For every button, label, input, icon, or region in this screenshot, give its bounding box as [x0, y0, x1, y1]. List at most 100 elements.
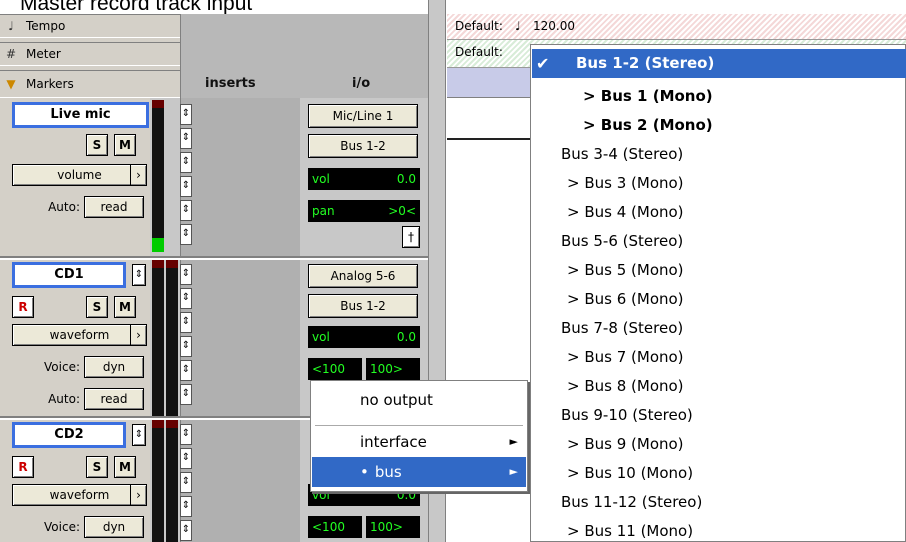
waveform-line: [447, 138, 532, 140]
bus-item[interactable]: > Bus 8 (Mono): [532, 372, 906, 401]
volume-display[interactable]: vol 0.0: [308, 168, 420, 190]
fader-icon[interactable]: †: [402, 226, 420, 248]
voice-button[interactable]: dyn: [84, 356, 144, 378]
volume-display[interactable]: vol 0.0: [308, 326, 420, 348]
tempo-value: 120.00: [533, 19, 575, 33]
insert-slot[interactable]: ⇕: [180, 312, 192, 333]
insert-slot[interactable]: ⇕: [180, 224, 192, 245]
chevron-right-icon: ›: [130, 325, 146, 345]
inserts-header: inserts: [205, 76, 256, 91]
bus-item[interactable]: > Bus 11 (Mono): [532, 517, 906, 542]
auto-mode-button[interactable]: read: [84, 196, 144, 218]
insert-slot[interactable]: ⇕: [180, 128, 192, 149]
chevron-right-icon: ›: [130, 165, 146, 185]
input-selector[interactable]: Mic/Line 1: [308, 104, 418, 128]
vol-value: 0.0: [396, 330, 416, 344]
view-selector[interactable]: waveform ›: [12, 484, 147, 506]
pan-right-display[interactable]: 100>: [366, 358, 420, 380]
pan-value: >0<: [388, 204, 416, 218]
menu-item-interface[interactable]: interface ►: [312, 427, 526, 457]
inserts-column: [180, 420, 300, 542]
pan-left-display[interactable]: <100: [308, 516, 362, 538]
voice-label: Voice:: [44, 360, 80, 374]
track-name[interactable]: CD2: [12, 422, 126, 448]
bus-item[interactable]: Bus 7-8 (Stereo): [532, 314, 906, 343]
auto-label: Auto:: [48, 200, 80, 214]
insert-slot[interactable]: ⇕: [180, 496, 192, 517]
solo-button[interactable]: S: [86, 456, 108, 478]
vol-label: vol: [312, 330, 330, 344]
ruler-meter[interactable]: # Meter: [0, 42, 180, 66]
bus-item[interactable]: > Bus 3 (Mono): [532, 169, 906, 198]
bus-item[interactable]: Bus 11-12 (Stereo): [532, 488, 906, 517]
bus-item[interactable]: Bus 3-4 (Stereo): [532, 140, 906, 169]
record-button[interactable]: R: [12, 296, 34, 318]
insert-slot[interactable]: ⇕: [180, 520, 192, 541]
bus-item[interactable]: > Bus 2 (Mono): [532, 111, 906, 140]
bus-item[interactable]: ✔ Bus 1-2 (Stereo): [532, 49, 906, 78]
bus-item[interactable]: > Bus 7 (Mono): [532, 343, 906, 372]
level-meter: [152, 100, 164, 252]
output-selector[interactable]: Bus 1-2: [308, 294, 418, 318]
insert-slot[interactable]: ⇕: [180, 152, 192, 173]
tempo-ruler[interactable]: Default: ♩ 120.00: [447, 14, 906, 40]
track-name[interactable]: CD1: [12, 262, 126, 288]
chevron-right-icon: ›: [130, 485, 146, 505]
bus-item[interactable]: Bus 9-10 (Stereo): [532, 401, 906, 430]
mute-button[interactable]: M: [114, 456, 136, 478]
track-live-mic: Live mic S M volume › Auto: read ⇕ ⇕ ⇕ ⇕…: [0, 98, 428, 258]
voice-button[interactable]: dyn: [84, 516, 144, 538]
bus-item[interactable]: > Bus 4 (Mono): [532, 198, 906, 227]
level-meter-left: [152, 420, 164, 542]
menu-item-label: interface: [360, 433, 427, 451]
view-label: waveform: [49, 328, 110, 342]
pan-left-display[interactable]: <100: [308, 358, 362, 380]
level-meter-left: [152, 260, 164, 416]
auto-mode-button[interactable]: read: [84, 388, 144, 410]
record-button[interactable]: R: [12, 456, 34, 478]
pan-display[interactable]: pan >0<: [308, 200, 420, 222]
insert-slot[interactable]: ⇕: [180, 336, 192, 357]
bus-item[interactable]: Bus 5-6 (Stereo): [532, 227, 906, 256]
vol-value: 0.0: [396, 172, 416, 186]
inserts-column: [180, 260, 300, 416]
submenu-arrow-icon: ►: [509, 465, 518, 478]
track-menu-icon[interactable]: ⇕: [132, 264, 146, 286]
ruler-markers[interactable]: ▼ Markers: [0, 70, 180, 98]
view-selector[interactable]: volume ›: [12, 164, 147, 186]
io-header: i/o: [352, 76, 371, 91]
bus-item[interactable]: > Bus 6 (Mono): [532, 285, 906, 314]
insert-slot[interactable]: ⇕: [180, 264, 192, 285]
insert-slot[interactable]: ⇕: [180, 200, 192, 221]
output-selector[interactable]: Bus 1-2: [308, 134, 418, 158]
menu-item-bus[interactable]: • bus ►: [312, 457, 526, 487]
pan-right-display[interactable]: 100>: [366, 516, 420, 538]
ruler-tempo[interactable]: ♩ Tempo: [0, 14, 180, 38]
view-selector[interactable]: waveform ›: [12, 324, 147, 346]
track-menu-icon[interactable]: ⇕: [132, 424, 146, 446]
solo-button[interactable]: S: [86, 296, 108, 318]
tempo-default-label: Default:: [455, 19, 503, 33]
insert-slot[interactable]: ⇕: [180, 104, 192, 125]
track-name[interactable]: Live mic: [12, 102, 149, 128]
insert-slot[interactable]: ⇕: [180, 472, 192, 493]
mute-button[interactable]: M: [114, 296, 136, 318]
input-selector[interactable]: Analog 5-6: [308, 264, 418, 288]
bus-item[interactable]: > Bus 9 (Mono): [532, 430, 906, 459]
bus-item[interactable]: > Bus 5 (Mono): [532, 256, 906, 285]
insert-slot[interactable]: ⇕: [180, 176, 192, 197]
bullet-icon: •: [360, 463, 369, 481]
insert-slot[interactable]: ⇕: [180, 424, 192, 445]
mute-button[interactable]: M: [114, 134, 136, 156]
solo-button[interactable]: S: [86, 134, 108, 156]
insert-slot[interactable]: ⇕: [180, 448, 192, 469]
insert-slot[interactable]: ⇕: [180, 384, 192, 405]
auto-label: Auto:: [48, 392, 80, 406]
menu-item-no-output[interactable]: no output: [312, 385, 526, 415]
meter-default-label: Default:: [455, 45, 503, 59]
bus-item[interactable]: > Bus 1 (Mono): [532, 82, 906, 111]
bus-item[interactable]: > Bus 10 (Mono): [532, 459, 906, 488]
insert-slot[interactable]: ⇕: [180, 288, 192, 309]
markers-icon: ▼: [6, 77, 16, 91]
insert-slot[interactable]: ⇕: [180, 360, 192, 381]
